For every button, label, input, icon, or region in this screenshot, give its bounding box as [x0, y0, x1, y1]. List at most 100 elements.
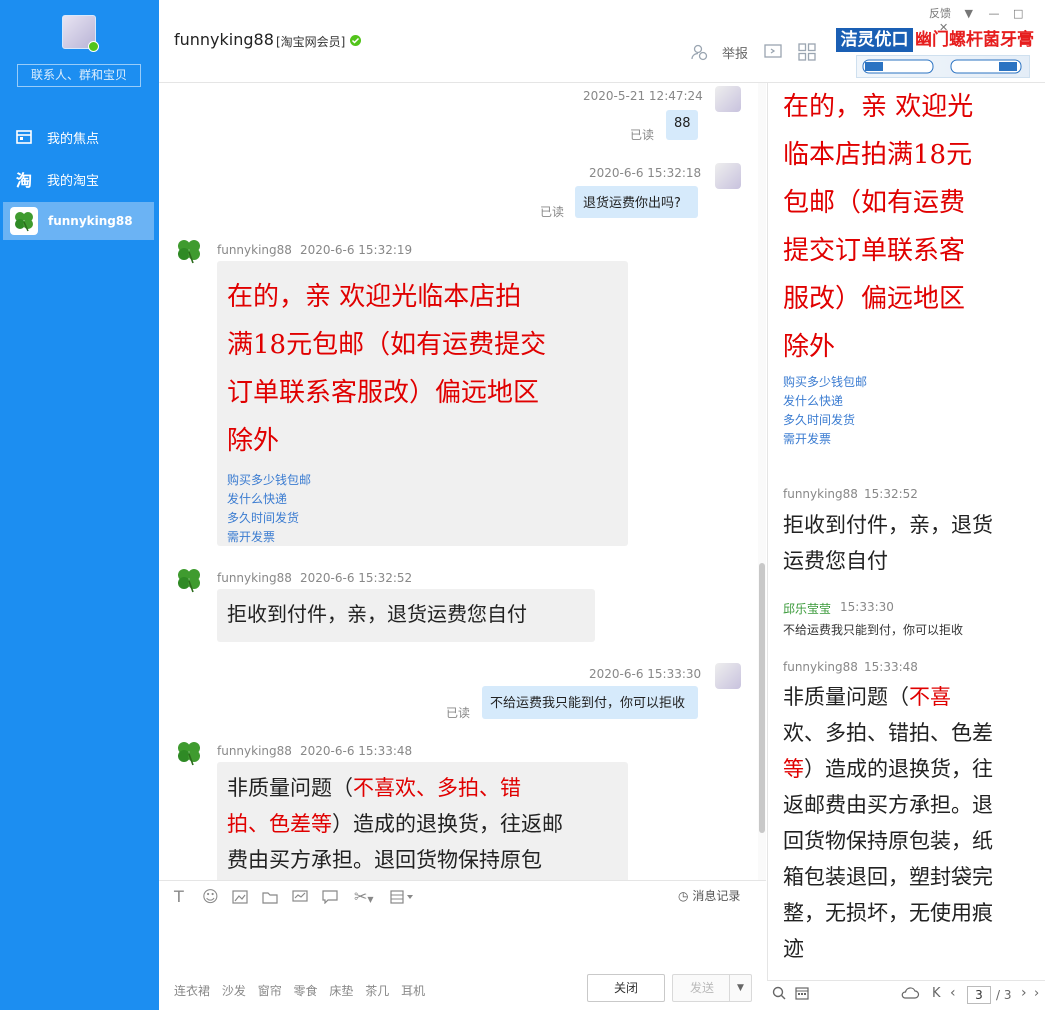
outgoing-message-bubble[interactable]: 退货运费你出吗?	[575, 186, 698, 218]
quick-word-link[interactable]: 零食	[294, 984, 318, 998]
message-line: 费由买方承担。退回货物保持原包	[227, 848, 542, 872]
sidebar-item-label: 我的焦点	[47, 131, 100, 147]
highlight-text: 拍、色差等	[227, 812, 332, 836]
online-status-icon	[88, 41, 99, 52]
quick-word-link[interactable]: 床垫	[329, 984, 353, 998]
maximize-icon[interactable]: □	[1013, 7, 1023, 20]
verified-icon	[350, 35, 361, 46]
quick-word-link[interactable]: 沙发	[222, 984, 246, 998]
sender-name: funnyking88	[217, 744, 292, 758]
image-icon[interactable]	[232, 889, 248, 908]
message-time: 15:33:30	[840, 600, 894, 614]
quick-question-link[interactable]: 购买多少钱包邮	[783, 373, 973, 392]
feedback-link[interactable]: 反馈	[929, 7, 951, 20]
calendar-icon[interactable]	[795, 986, 809, 1003]
emoji-icon[interactable]: ☺	[202, 887, 219, 906]
close-button[interactable]: 关闭	[587, 974, 665, 1002]
apps-grid-icon[interactable]	[798, 43, 816, 65]
report-button[interactable]: 举报	[722, 43, 748, 62]
quick-word-link[interactable]: 茶几	[365, 984, 389, 998]
taobao-icon: 淘	[15, 171, 32, 190]
preview-line: 服改）偏远地区	[783, 284, 966, 314]
quick-word-link[interactable]: 窗帘	[258, 984, 282, 998]
sender-name: funnyking88	[783, 487, 858, 501]
message-preview-panel[interactable]: 在的，亲 欢迎光 临本店拍满18元 包邮（如有运费 提交订单联系客 服改）偏远地…	[767, 83, 1045, 980]
outgoing-message-bubble[interactable]: 不给运费我只能到付，你可以拒收	[482, 686, 698, 719]
preview-line: 箱包装退回，塑封袋完	[783, 865, 993, 889]
read-status: 已读	[630, 128, 655, 142]
ad-banner[interactable]: 洁灵优口净 幽门螺杆菌牙膏	[836, 28, 1045, 74]
scrollbar-thumb[interactable]	[759, 563, 765, 833]
first-page-icon[interactable]: K	[932, 986, 941, 1001]
message-text: ）造成的退换货，往返邮	[332, 812, 563, 836]
ad-product-image[interactable]	[856, 55, 1030, 78]
ad-product: 幽门螺杆菌牙膏	[915, 30, 1034, 50]
more-tools-icon[interactable]	[390, 889, 414, 908]
preview-line: 回货物保持原包装，纸	[783, 829, 993, 853]
message-text: 非质量问题（	[227, 776, 353, 800]
sidebar-item-label: 我的淘宝	[47, 173, 100, 189]
quick-question-link[interactable]: 需开发票	[227, 528, 618, 547]
quick-search-words: 连衣裙 沙发 窗帘 零食 床垫 茶几 耳机	[174, 982, 433, 999]
highlight-text: 不喜	[909, 685, 951, 709]
my-avatar[interactable]	[715, 663, 741, 689]
preview-line: 整，无损坏，无使用痕	[783, 901, 993, 925]
seller-avatar-icon[interactable]	[176, 740, 202, 766]
ad-brand: 洁灵优口净	[836, 28, 913, 74]
contact-search-input[interactable]: 联系人、群和宝贝	[17, 64, 141, 87]
share-icon[interactable]	[764, 43, 782, 63]
seller-avatar-icon[interactable]	[176, 567, 202, 593]
highlight-text: 等	[783, 757, 804, 781]
seller-avatar-icon[interactable]	[176, 238, 202, 264]
next-page-icon[interactable]: ›	[1021, 985, 1027, 1001]
screen-icon[interactable]	[292, 889, 308, 908]
message-line: 订单联系客服改）偏远地区	[227, 378, 540, 408]
sender-name: funnyking88	[783, 660, 858, 674]
incoming-message-bubble[interactable]: 非质量问题（不喜欢、多拍、错 拍、色差等）造成的退换货，往返邮 费由买方承担。退…	[217, 762, 628, 880]
quick-word-link[interactable]: 耳机	[401, 984, 425, 998]
cloud-icon[interactable]	[900, 986, 920, 1003]
sidebar-item-contact[interactable]: funnyking88	[3, 202, 154, 240]
quick-question-link[interactable]: 购买多少钱包邮	[227, 471, 618, 490]
send-button[interactable]: 发送 ▼	[672, 974, 752, 1002]
folder-icon[interactable]	[262, 889, 278, 908]
sender-name: funnyking88	[217, 243, 292, 257]
clover-avatar-icon	[10, 207, 38, 235]
outgoing-message-bubble[interactable]: 88	[666, 110, 698, 140]
scissors-icon[interactable]: ✂▼	[354, 887, 374, 906]
message-line: 非质量问题（不喜欢、多拍、错	[227, 770, 618, 806]
sidebar-item-focus[interactable]: 我的焦点	[3, 118, 154, 156]
quick-question-link[interactable]: 发什么快递	[227, 490, 618, 509]
font-icon[interactable]: T	[174, 887, 184, 906]
last-page-icon[interactable]: ›	[1034, 986, 1039, 1001]
quick-word-link[interactable]: 连衣裙	[174, 984, 210, 998]
prev-page-icon[interactable]: ‹	[950, 985, 956, 1001]
add-contact-icon[interactable]	[690, 43, 708, 65]
preview-line: 提交订单联系客	[783, 236, 966, 266]
comment-icon[interactable]	[322, 889, 338, 908]
message-text: 非质量问题（	[783, 685, 909, 709]
chevron-down-icon[interactable]: ▼	[729, 975, 751, 1001]
preview-line: 运费您自付	[783, 549, 888, 573]
quick-question-link[interactable]: 发什么快递	[783, 392, 973, 411]
preview-line: 在的，亲 欢迎光	[783, 92, 974, 122]
my-avatar[interactable]	[715, 163, 741, 189]
my-avatar[interactable]	[715, 86, 741, 112]
incoming-message-bubble[interactable]: 在的，亲 欢迎光临本店拍 满18元包邮（如有运费提交 订单联系客服改）偏远地区 …	[217, 261, 628, 546]
quick-question-link[interactable]: 多久时间发货	[227, 509, 618, 528]
quick-question-link[interactable]: 需开发票	[783, 430, 973, 449]
message-time: 2020-6-6 15:33:48	[300, 744, 413, 758]
message-time: 2020-6-6 15:32:19	[300, 243, 413, 257]
chat-scrollbar[interactable]	[758, 83, 766, 880]
dropdown-icon[interactable]: ▼	[965, 7, 973, 20]
minimize-icon[interactable]: —	[988, 7, 999, 20]
message-history-button[interactable]: ◷ 消息记录	[678, 887, 740, 904]
quick-question-link[interactable]: 多久时间发货	[783, 411, 973, 430]
message-time: 15:33:48	[864, 660, 918, 674]
page-number-input[interactable]: 3	[967, 986, 991, 1004]
chat-title: funnyking88	[174, 30, 274, 49]
incoming-message-bubble[interactable]: 拒收到付件，亲，退货运费您自付	[217, 589, 595, 642]
chat-message-list[interactable]: 2020-5-21 12:47:24 已读 88 2020-6-6 15:32:…	[159, 83, 766, 880]
sidebar-item-taobao[interactable]: 淘 我的淘宝	[3, 160, 154, 198]
search-icon[interactable]	[772, 986, 786, 1003]
